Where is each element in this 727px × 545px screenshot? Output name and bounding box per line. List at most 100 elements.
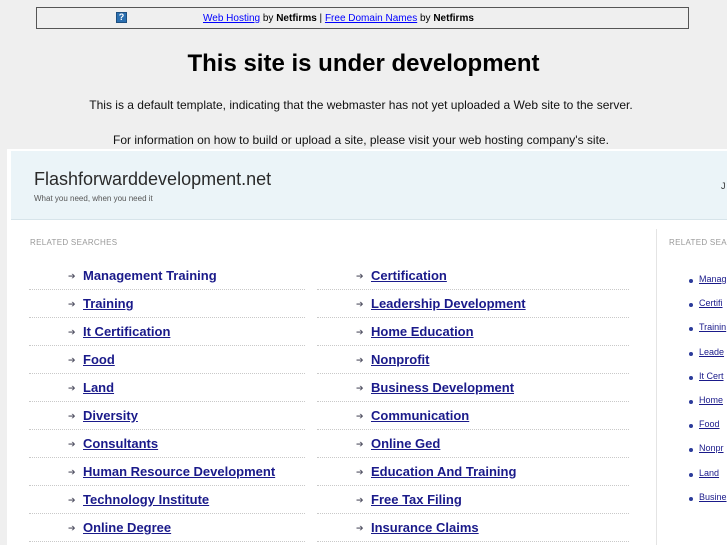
bullet-icon <box>689 351 693 356</box>
related-search-link[interactable]: Insurance Claims <box>371 520 479 535</box>
arrow-right-icon: ➔ <box>356 271 364 281</box>
list-item: ➔ Technology Institute <box>29 486 305 514</box>
related-search-link[interactable]: Technology Institute <box>83 492 209 507</box>
list-item: ➔ Land <box>29 374 305 402</box>
arrow-right-icon: ➔ <box>356 411 364 421</box>
related-search-link[interactable]: Training <box>83 296 134 311</box>
page-title: This site is under development <box>187 50 540 77</box>
hosting-links: Web Hosting by Netfirms | Free Domain Na… <box>203 13 474 24</box>
list-item: ➔ Online Ged <box>317 430 629 458</box>
related-search-link[interactable]: Human Resource Development <box>83 464 275 479</box>
arrow-right-icon: ➔ <box>68 439 76 449</box>
parked-page-frame: Flashforwarddevelopment.net What you nee… <box>7 149 727 545</box>
list-item: ➔ Training <box>29 290 305 318</box>
arrow-right-icon: ➔ <box>356 299 364 309</box>
arrow-right-icon: ➔ <box>356 523 364 533</box>
sidebar-search-link[interactable]: It Cert <box>699 371 724 381</box>
sidebar-search-link[interactable]: Home <box>699 395 723 405</box>
arrow-right-icon: ➔ <box>356 439 364 449</box>
arrow-right-icon: ➔ <box>356 467 364 477</box>
arrow-right-icon: ➔ <box>68 383 76 393</box>
notice-line-1: This is a default template, indicating t… <box>89 98 633 112</box>
list-item: ➔ Business Development <box>317 374 629 402</box>
header-right-text: J <box>721 181 726 191</box>
related-search-link[interactable]: Home Education <box>371 324 474 339</box>
arrow-right-icon: ➔ <box>68 271 76 281</box>
sidebar-search-link[interactable]: Trainin <box>699 322 726 332</box>
list-item: ➔ Insurance Claims <box>317 514 629 542</box>
sidebar-search-link[interactable]: Nonpr <box>699 443 724 453</box>
sidebar-search-link[interactable]: Food <box>699 419 720 429</box>
list-item: ➔ Leadership Development <box>317 290 629 318</box>
web-hosting-link[interactable]: Web Hosting <box>203 13 260 24</box>
arrow-right-icon: ➔ <box>68 299 76 309</box>
related-search-link[interactable]: Leadership Development <box>371 296 526 311</box>
site-header: Flashforwarddevelopment.net What you nee… <box>11 151 727 220</box>
related-search-link[interactable]: Communication <box>371 408 469 423</box>
list-item: ➔ Free Tax Filing <box>317 486 629 514</box>
sidebar-search-link[interactable]: Busine <box>699 492 727 502</box>
list-item: ➔ Online Degree <box>29 514 305 542</box>
site-tagline: What you need, when you need it <box>34 194 153 203</box>
by-text-1: by <box>260 13 277 24</box>
hosting-banner: ? Web Hosting by Netfirms | Free Domain … <box>36 7 689 29</box>
related-searches-left-column: ➔ Management Training ➔ Training ➔ It Certifi… <box>29 262 305 542</box>
list-item: ➔ Food <box>29 346 305 374</box>
notice-line-2: For information on how to build or uploa… <box>113 133 609 147</box>
sidebar-search-link[interactable]: Certifi <box>699 298 723 308</box>
arrow-right-icon: ➔ <box>356 383 364 393</box>
separator: | <box>316 13 325 24</box>
sidebar-related-searches-label: RELATED SEA <box>669 238 727 247</box>
netfirms-brand-2: Netfirms <box>433 13 474 24</box>
related-search-link[interactable]: Land <box>83 380 114 395</box>
related-search-link[interactable]: Diversity <box>83 408 138 423</box>
list-item: ➔ Nonprofit <box>317 346 629 374</box>
bullet-icon <box>689 375 693 380</box>
bullet-icon <box>689 279 693 283</box>
related-search-link[interactable]: Management Training <box>83 268 217 283</box>
list-item: ➔ Education And Training <box>317 458 629 486</box>
related-searches-right-column: ➔ Certification ➔ Leadership Development ➔ Ho… <box>317 262 629 542</box>
list-item: ➔ Certification <box>317 262 629 290</box>
related-search-link[interactable]: Food <box>83 352 115 367</box>
related-search-link[interactable]: Online Ged <box>371 436 440 451</box>
list-item: ➔ Diversity <box>29 402 305 430</box>
related-search-link[interactable]: Online Degree <box>83 520 171 535</box>
related-searches-label: RELATED SEARCHES <box>30 238 118 247</box>
related-searches-main: RELATED SEARCHES ➔ Management Training ➔ Tr… <box>11 229 655 545</box>
related-search-link[interactable]: Nonprofit <box>371 352 429 367</box>
list-item: ➔ It Certification <box>29 318 305 346</box>
list-item: ➔ Human Resource Development <box>29 458 305 486</box>
sidebar-search-link[interactable]: Leade <box>699 347 724 357</box>
sidebar-search-link[interactable]: Land <box>699 468 719 478</box>
arrow-right-icon: ➔ <box>68 467 76 477</box>
related-search-link[interactable]: Education And Training <box>371 464 516 479</box>
by-text-2: by <box>417 13 434 24</box>
bullet-icon <box>689 303 693 308</box>
bullet-icon <box>689 399 693 404</box>
bullet-icon <box>689 496 693 501</box>
arrow-right-icon: ➔ <box>68 523 76 533</box>
arrow-right-icon: ➔ <box>356 327 364 337</box>
question-icon[interactable]: ? <box>116 12 127 23</box>
arrow-right-icon: ➔ <box>356 355 364 365</box>
arrow-right-icon: ➔ <box>68 355 76 365</box>
list-item: ➔ Communication <box>317 402 629 430</box>
list-item: ➔ Management Training <box>29 262 305 290</box>
free-domain-names-link[interactable]: Free Domain Names <box>325 13 417 24</box>
related-search-link[interactable]: It Certification <box>83 324 170 339</box>
bullet-icon <box>689 472 693 477</box>
related-search-link[interactable]: Certification <box>371 268 447 283</box>
arrow-right-icon: ➔ <box>68 327 76 337</box>
bullet-icon <box>689 424 693 429</box>
related-searches-sidebar: RELATED SEA Manag Certifi Trainin Leade It C… <box>656 229 727 545</box>
bullet-icon <box>689 448 693 453</box>
sidebar-search-link[interactable]: Manag <box>699 274 727 284</box>
netfirms-brand-1: Netfirms <box>276 13 317 24</box>
arrow-right-icon: ➔ <box>68 495 76 505</box>
site-title: Flashforwarddevelopment.net <box>34 169 272 189</box>
related-search-link[interactable]: Consultants <box>83 436 158 451</box>
related-search-link[interactable]: Free Tax Filing <box>371 492 462 507</box>
related-search-link[interactable]: Business Development <box>371 380 514 395</box>
arrow-right-icon: ➔ <box>356 495 364 505</box>
